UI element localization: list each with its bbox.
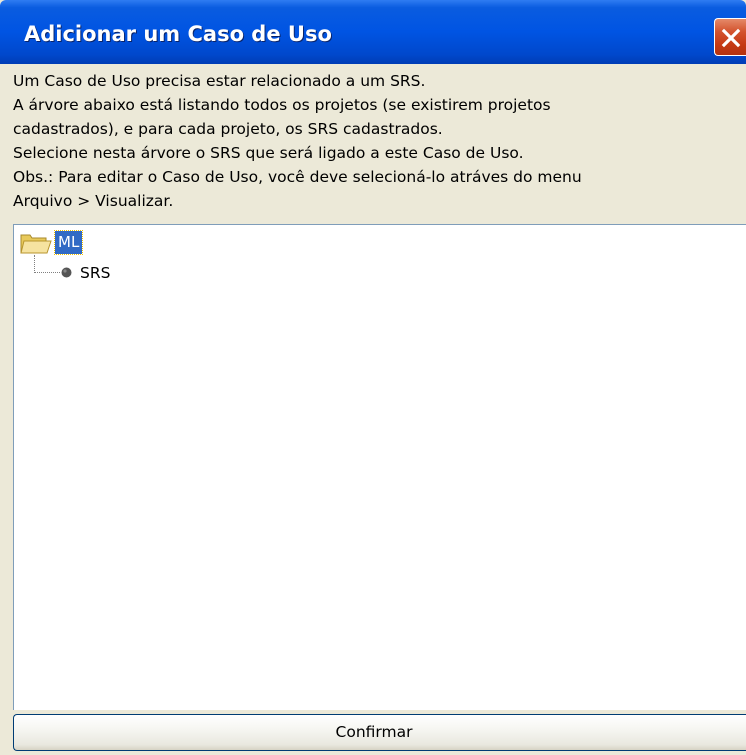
tree-connector <box>34 255 60 273</box>
instructions-text: Um Caso de Uso precisa estar relacionado… <box>13 64 746 224</box>
close-button[interactable] <box>714 18 746 56</box>
tree-node-root[interactable]: ML <box>53 230 84 255</box>
window-title: Adicionar um Caso de Uso <box>24 22 332 46</box>
instruction-line: cadastrados), e para cada projeto, os SR… <box>13 120 443 138</box>
tree-node-srs[interactable]: SRS <box>80 262 110 284</box>
instruction-line: Selecione nesta árvore o SRS que será li… <box>13 144 524 162</box>
title-bar[interactable]: Adicionar um Caso de Uso <box>0 0 746 64</box>
dialog-window: Adicionar um Caso de Uso Um Caso de Uso … <box>0 0 746 755</box>
instruction-line: A árvore abaixo está listando todos os p… <box>13 96 551 114</box>
folder-open-icon[interactable] <box>20 231 52 255</box>
close-icon <box>721 28 741 48</box>
instruction-line: Um Caso de Uso precisa estar relacionado… <box>13 72 426 90</box>
confirm-button[interactable]: Confirmar <box>13 714 746 751</box>
project-tree[interactable]: ML SRS <box>13 224 746 710</box>
instruction-line: Obs.: Para editar o Caso de Uso, você de… <box>13 168 582 186</box>
leaf-dot-icon <box>61 267 72 278</box>
instruction-line: Arquivo > Visualizar. <box>13 192 174 210</box>
